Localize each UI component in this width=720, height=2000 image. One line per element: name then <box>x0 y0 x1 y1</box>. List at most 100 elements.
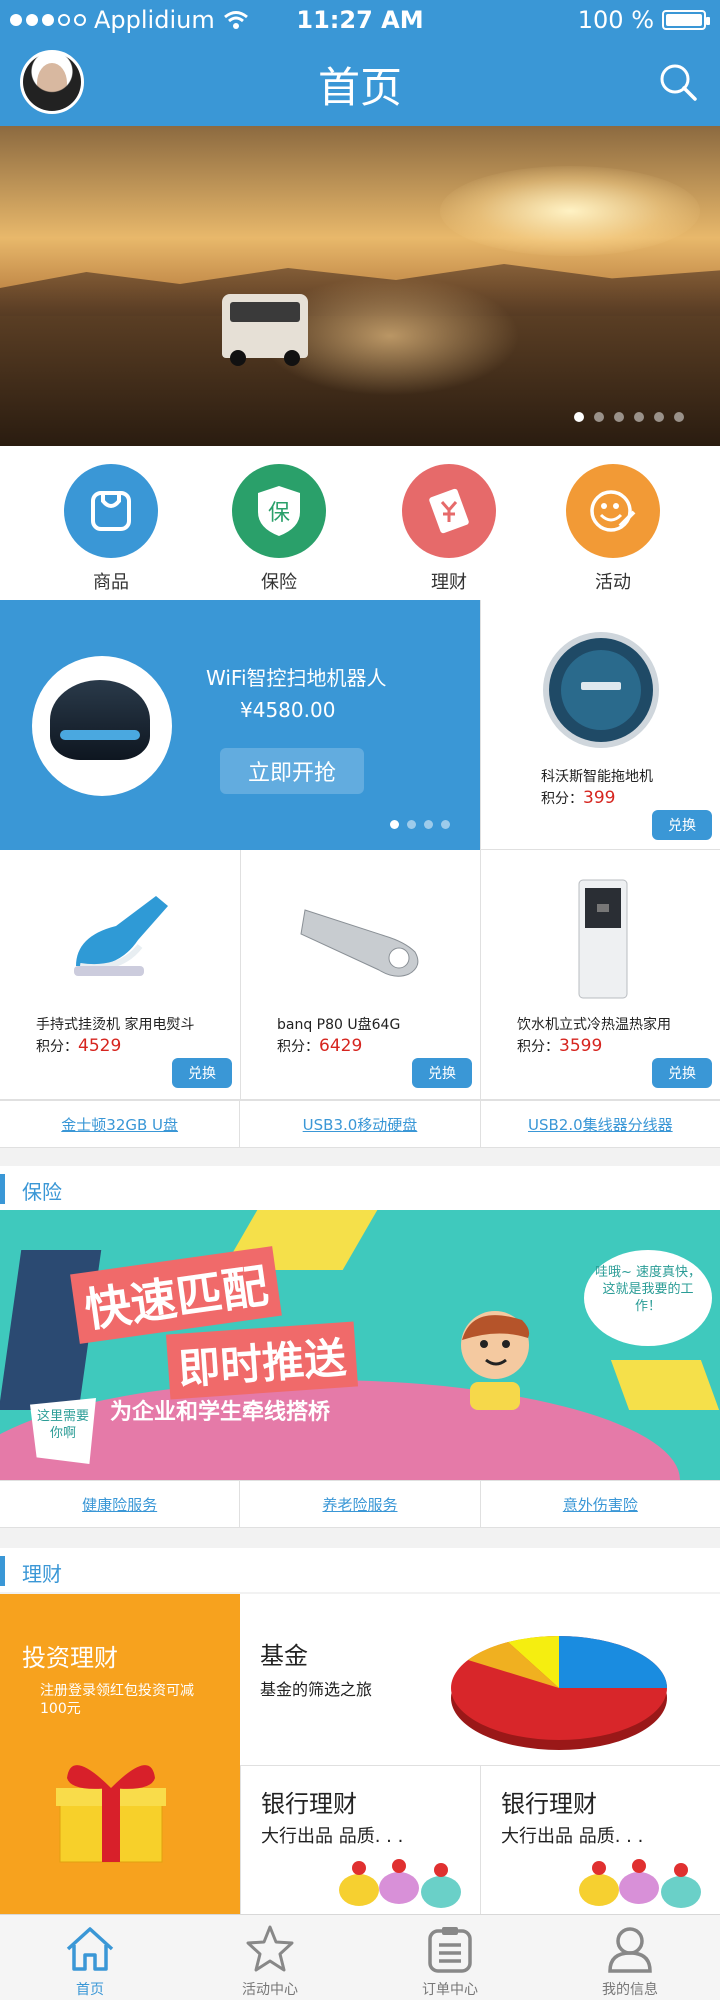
fund-subtitle: 基金的筛选之旅 <box>260 1680 373 1699</box>
finance-section: 投资理财 注册登录领红包投资可减100元 基金 基金的筛选之旅 银行理财 大行出… <box>0 1594 720 1914</box>
category-nav: 商品 保 保险 理财 活动 <box>0 446 720 600</box>
promo-page-dot[interactable] <box>424 820 433 829</box>
banner-page-dot[interactable] <box>574 412 584 422</box>
banner-page-dot[interactable] <box>654 412 664 422</box>
user-icon <box>608 1927 652 1973</box>
battery-icon <box>662 10 710 30</box>
fund-title: 基金 <box>260 1642 308 1670</box>
piggy-banks-icon <box>579 1859 701 1908</box>
tab-home[interactable]: 首页 <box>0 1915 180 2000</box>
promo-section: WiFi智控扫地机器人 ¥4580.00 立即开抢 科沃斯智能拖地机 积分：39… <box>0 600 720 850</box>
category-label: 活动 <box>595 572 631 593</box>
product-name: 科沃斯智能拖地机 <box>541 769 653 785</box>
star-icon <box>246 1925 294 1972</box>
product-name: 手持式挂烫机 家用电熨斗 <box>36 1017 195 1033</box>
tab-order-center[interactable]: 订单中心 <box>360 1915 540 2000</box>
product-card[interactable]: 手持式挂烫机 家用电熨斗 积分：4529 兑换 <box>0 850 240 1100</box>
banner-page-dot[interactable] <box>634 412 644 422</box>
product-link[interactable]: 金士顿32GB U盘 <box>0 1101 239 1147</box>
insurance-link[interactable]: 意外伤害险 <box>479 1481 720 1527</box>
bottom-tab-bar: 首页 活动中心 订单中心 我的信息 <box>0 1914 720 2000</box>
insurance-link[interactable]: 养老险服务 <box>239 1481 479 1527</box>
product-points: 积分：399 <box>541 788 616 808</box>
product-card[interactable]: 饮水机立式冷热温热家用 积分：3599 兑换 <box>480 850 720 1100</box>
buy-now-button[interactable]: 立即开抢 <box>220 748 364 794</box>
banner-page-dot[interactable] <box>674 412 684 422</box>
status-bar: Applidium 11:27 AM 100 % <box>0 0 720 40</box>
product-card[interactable]: banq P80 U盘64G 积分：6429 兑换 <box>240 850 480 1100</box>
bank-finance-card[interactable]: 银行理财 大行出品 品质. . . <box>240 1766 480 1914</box>
smile-pen-icon <box>566 464 660 558</box>
product-link[interactable]: USB3.0移动硬盘 <box>239 1101 479 1147</box>
tab-label: 首页 <box>76 1982 104 1998</box>
product-link[interactable]: USB2.0集线器分线器 <box>479 1101 720 1147</box>
tab-my-info[interactable]: 我的信息 <box>540 1915 720 2000</box>
insurance-section-header: 保险 <box>0 1166 720 1210</box>
bank-subtitle: 大行出品 品质. . . <box>501 1826 644 1847</box>
bank-title: 银行理财 <box>501 1790 597 1818</box>
usb-drive-image <box>300 909 419 977</box>
shield-glyph: 保 <box>268 501 290 526</box>
robot-vacuum-image <box>32 656 172 796</box>
exchange-button[interactable]: 兑换 <box>652 1058 712 1088</box>
insurance-link[interactable]: 健康险服务 <box>0 1481 239 1527</box>
invest-subtitle: 注册登录领红包投资可减100元 <box>40 1683 194 1717</box>
category-label: 商品 <box>93 572 129 593</box>
banner-pager[interactable] <box>574 412 684 422</box>
category-label: 保险 <box>261 572 297 593</box>
promo-product-name: WiFi智控扫地机器人 <box>206 666 387 690</box>
tab-label: 我的信息 <box>602 1982 658 1998</box>
product-name: banq P80 U盘64G <box>277 1017 401 1033</box>
tab-label: 订单中心 <box>422 1982 478 1998</box>
finance-section-header: 理财 <box>0 1548 720 1592</box>
speech-bubble-right: 哇哦~ 速度真快，这就是我要的工作！ <box>584 1250 712 1346</box>
product-name: 饮水机立式冷热温热家用 <box>517 1017 671 1033</box>
promo-page-dot[interactable] <box>407 820 416 829</box>
speech-bubble-left: 这里需要你啊 <box>30 1398 96 1464</box>
tab-activity-center[interactable]: 活动中心 <box>180 1915 360 2000</box>
steamer-image <box>74 896 168 976</box>
tab-label: 活动中心 <box>242 1982 298 1998</box>
app-header: Applidium 11:27 AM 100 % 首页 <box>0 0 720 126</box>
search-icon[interactable] <box>658 62 698 102</box>
mop-robot-image <box>543 632 659 748</box>
promo-pager[interactable] <box>390 820 450 829</box>
product-points: 积分：3599 <box>517 1036 603 1056</box>
page-title: 首页 <box>317 63 402 112</box>
banner-page-dot[interactable] <box>594 412 604 422</box>
bank-title: 银行理财 <box>261 1790 357 1818</box>
boy-illustration <box>461 1311 530 1410</box>
order-icon <box>428 1927 472 1973</box>
home-icon <box>66 1927 114 1971</box>
section-title: 理财 <box>22 1562 62 1586</box>
product-points: 积分：4529 <box>36 1036 122 1056</box>
section-title: 保险 <box>22 1180 62 1204</box>
category-goods[interactable]: 商品 <box>56 464 166 594</box>
exchange-button[interactable]: 兑换 <box>412 1058 472 1088</box>
fund-card[interactable]: 基金 基金的筛选之旅 <box>240 1594 720 1766</box>
promo-page-dot[interactable] <box>441 820 450 829</box>
bag-icon <box>64 464 158 558</box>
exchange-button[interactable]: 兑换 <box>652 810 712 840</box>
invest-card[interactable]: 投资理财 注册登录领红包投资可减100元 <box>0 1594 240 1914</box>
shield-icon: 保 <box>232 464 326 558</box>
category-activity[interactable]: 活动 <box>558 464 668 594</box>
exchange-button[interactable]: 兑换 <box>172 1058 232 1088</box>
category-finance[interactable]: 理财 <box>394 464 504 594</box>
category-label: 理财 <box>431 572 467 593</box>
water-dispenser-image <box>578 879 628 999</box>
promo-page-dot[interactable] <box>390 820 399 829</box>
insurance-banner[interactable]: 快速匹配 即时推送 为企业和学生牵线搭桥 哇哦~ 速度真快，这就是我要的工作！ … <box>0 1210 720 1480</box>
product-points: 积分：6429 <box>277 1036 363 1056</box>
product-links: 金士顿32GB U盘 USB3.0移动硬盘 USB2.0集线器分线器 <box>0 1100 720 1148</box>
insurance-links: 健康险服务 养老险服务 意外伤害险 <box>0 1480 720 1528</box>
banner-van-image <box>222 294 308 366</box>
hero-banner[interactable] <box>0 126 720 446</box>
product-card[interactable]: 科沃斯智能拖地机 积分：399 兑换 <box>480 600 720 850</box>
money-card-icon <box>402 464 496 558</box>
banner-page-dot[interactable] <box>614 412 624 422</box>
promo-carousel[interactable]: WiFi智控扫地机器人 ¥4580.00 立即开抢 <box>0 600 480 850</box>
category-insurance[interactable]: 保 保险 <box>224 464 334 594</box>
piggy-banks-icon <box>339 1859 461 1908</box>
bank-finance-card[interactable]: 银行理财 大行出品 品质. . . <box>480 1766 720 1914</box>
